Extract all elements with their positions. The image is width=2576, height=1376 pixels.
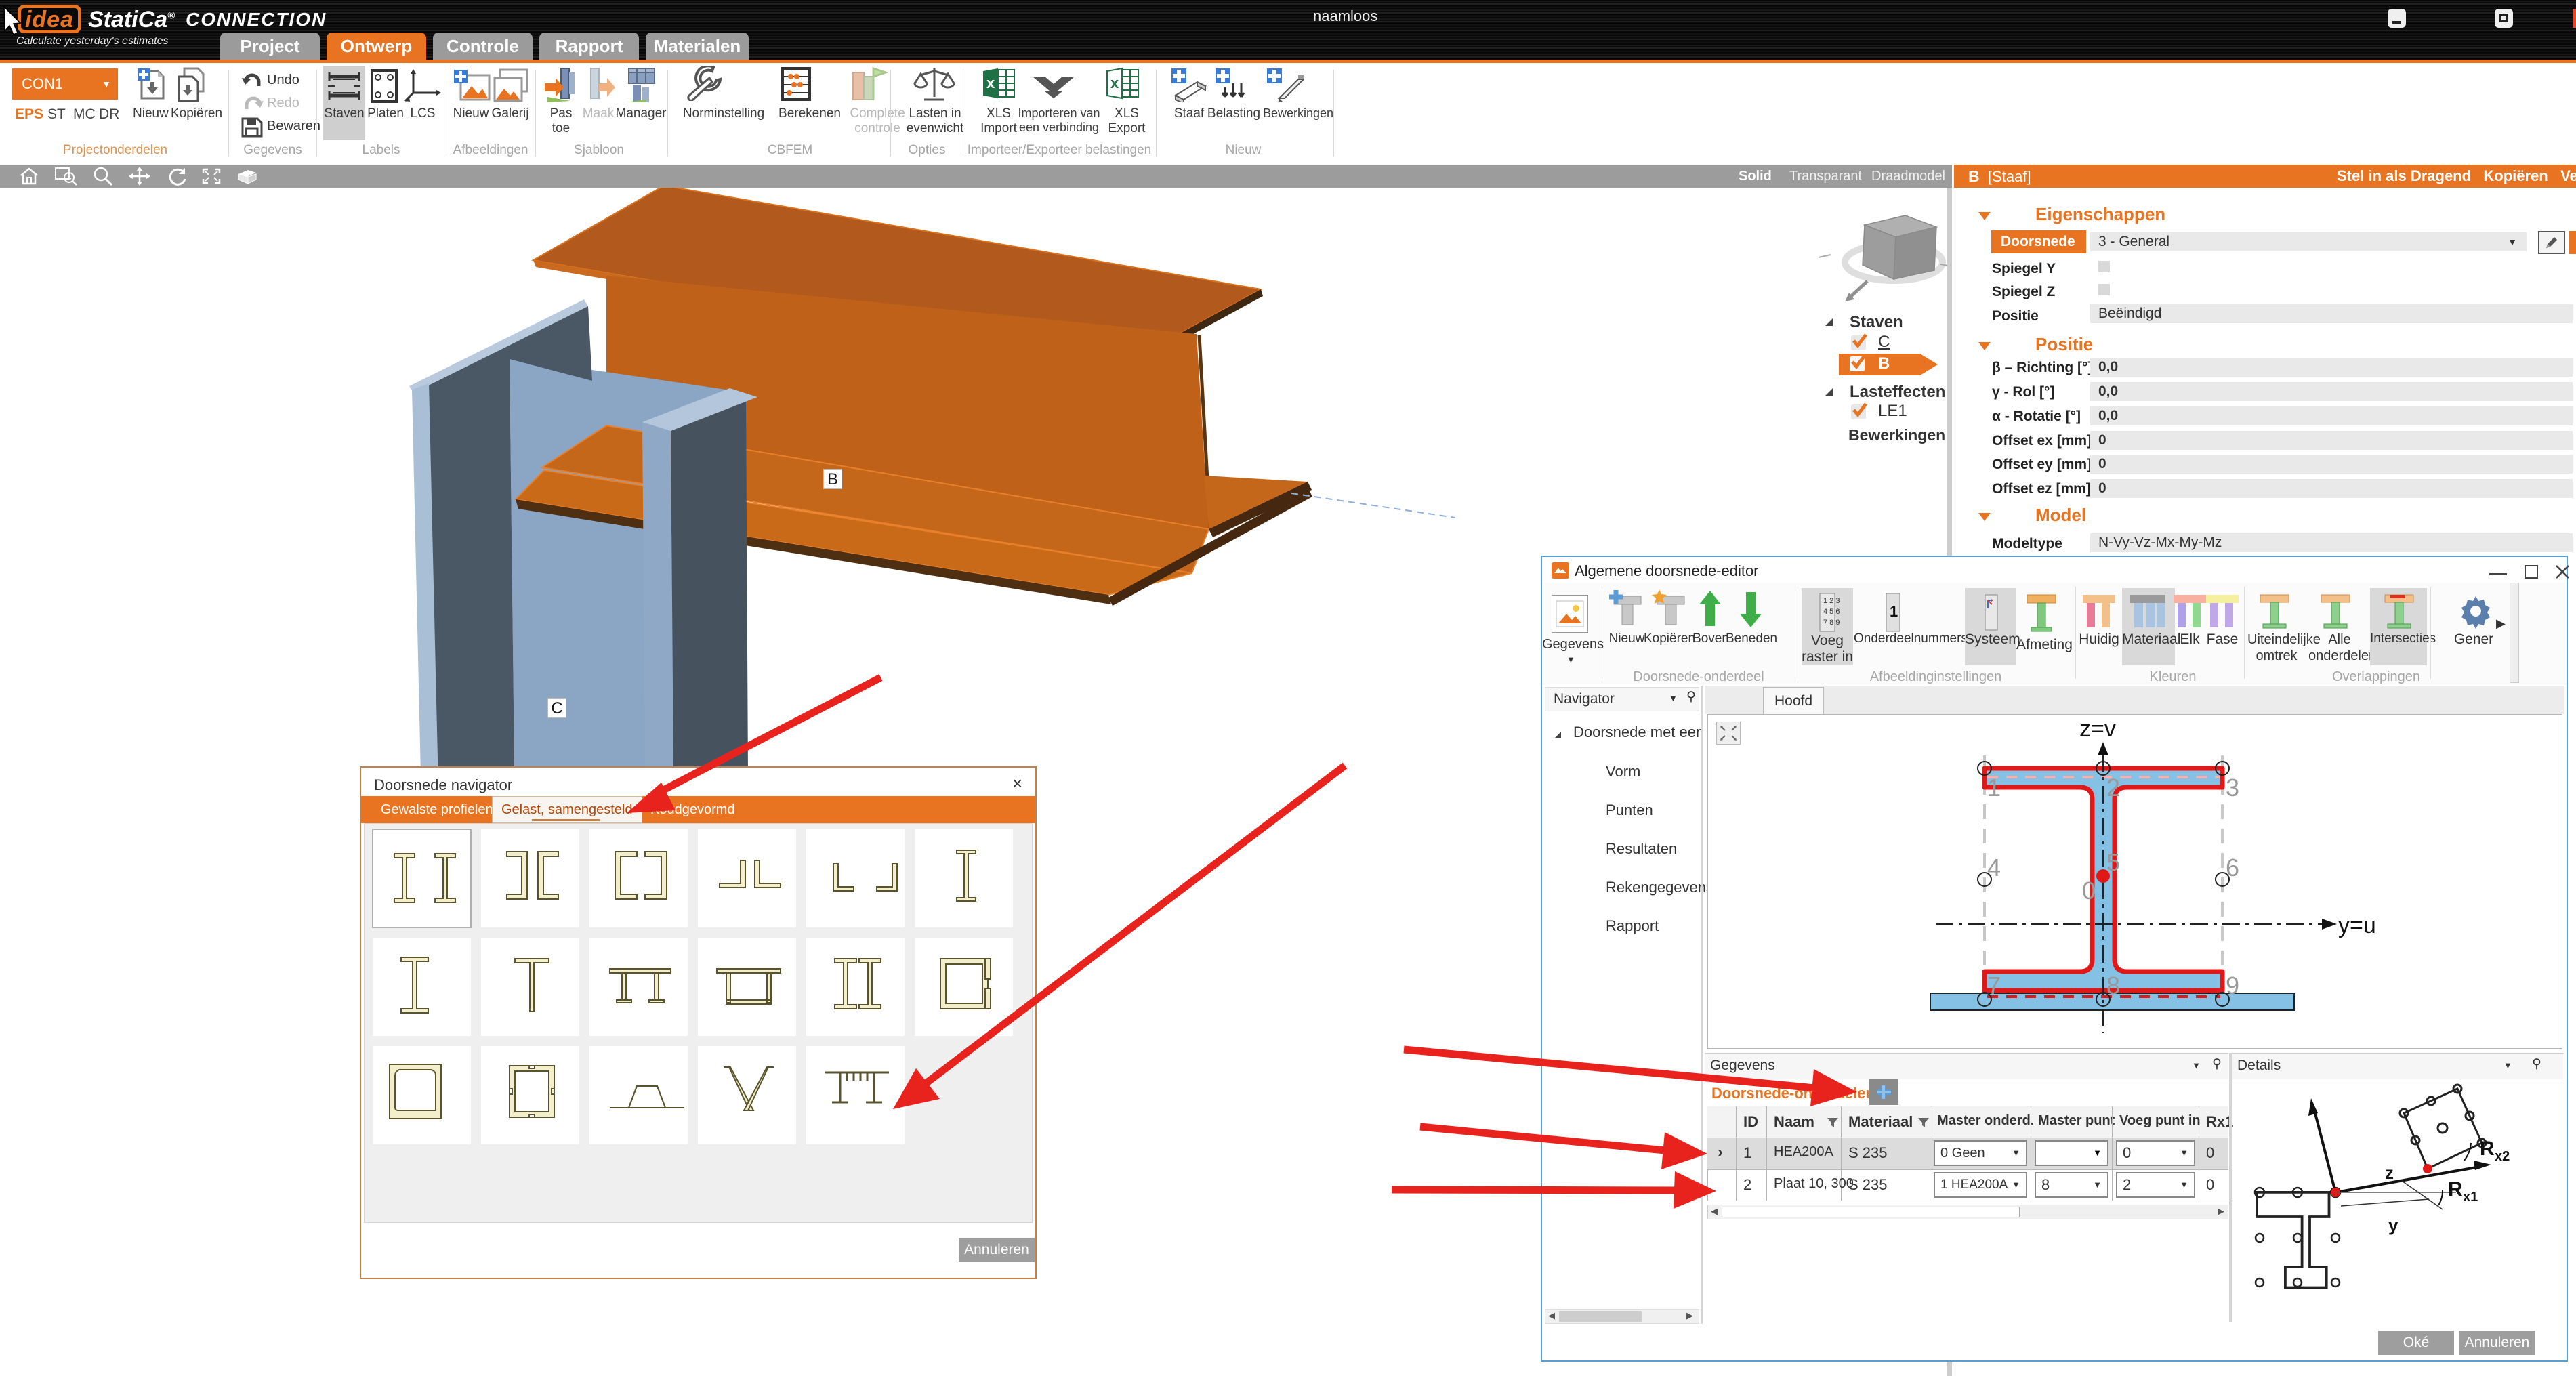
svg-text:z=v: z=v xyxy=(2079,716,2116,742)
svg-text:0: 0 xyxy=(2082,877,2096,904)
svg-text:x: x xyxy=(986,75,995,91)
svg-text:x2: x2 xyxy=(2495,1149,2510,1164)
svg-text:1: 1 xyxy=(1987,774,2001,801)
svg-text:5: 5 xyxy=(2106,848,2120,876)
svg-text:3: 3 xyxy=(2226,774,2239,801)
svg-text:6: 6 xyxy=(2226,854,2239,881)
svg-text:x: x xyxy=(1110,75,1119,91)
svg-text:4 5 6: 4 5 6 xyxy=(1823,608,1840,616)
svg-text:7 8 9: 7 8 9 xyxy=(1823,619,1840,627)
svg-text:y: y xyxy=(2388,1215,2398,1235)
svg-text:z: z xyxy=(2385,1163,2394,1183)
svg-text:R: R xyxy=(2480,1138,2495,1160)
svg-text:9: 9 xyxy=(2226,972,2239,999)
svg-text:1: 1 xyxy=(1890,603,1898,620)
svg-text:1 2 3: 1 2 3 xyxy=(1823,597,1840,605)
svg-text:x1: x1 xyxy=(2463,1190,2478,1205)
svg-text:R: R xyxy=(2448,1178,2463,1201)
svg-text:4: 4 xyxy=(1987,854,2001,881)
svg-text:2: 2 xyxy=(2106,774,2120,801)
svg-text:y=u: y=u xyxy=(2338,913,2376,938)
svg-text:8: 8 xyxy=(2106,972,2120,999)
svg-text:7: 7 xyxy=(1987,972,2001,999)
